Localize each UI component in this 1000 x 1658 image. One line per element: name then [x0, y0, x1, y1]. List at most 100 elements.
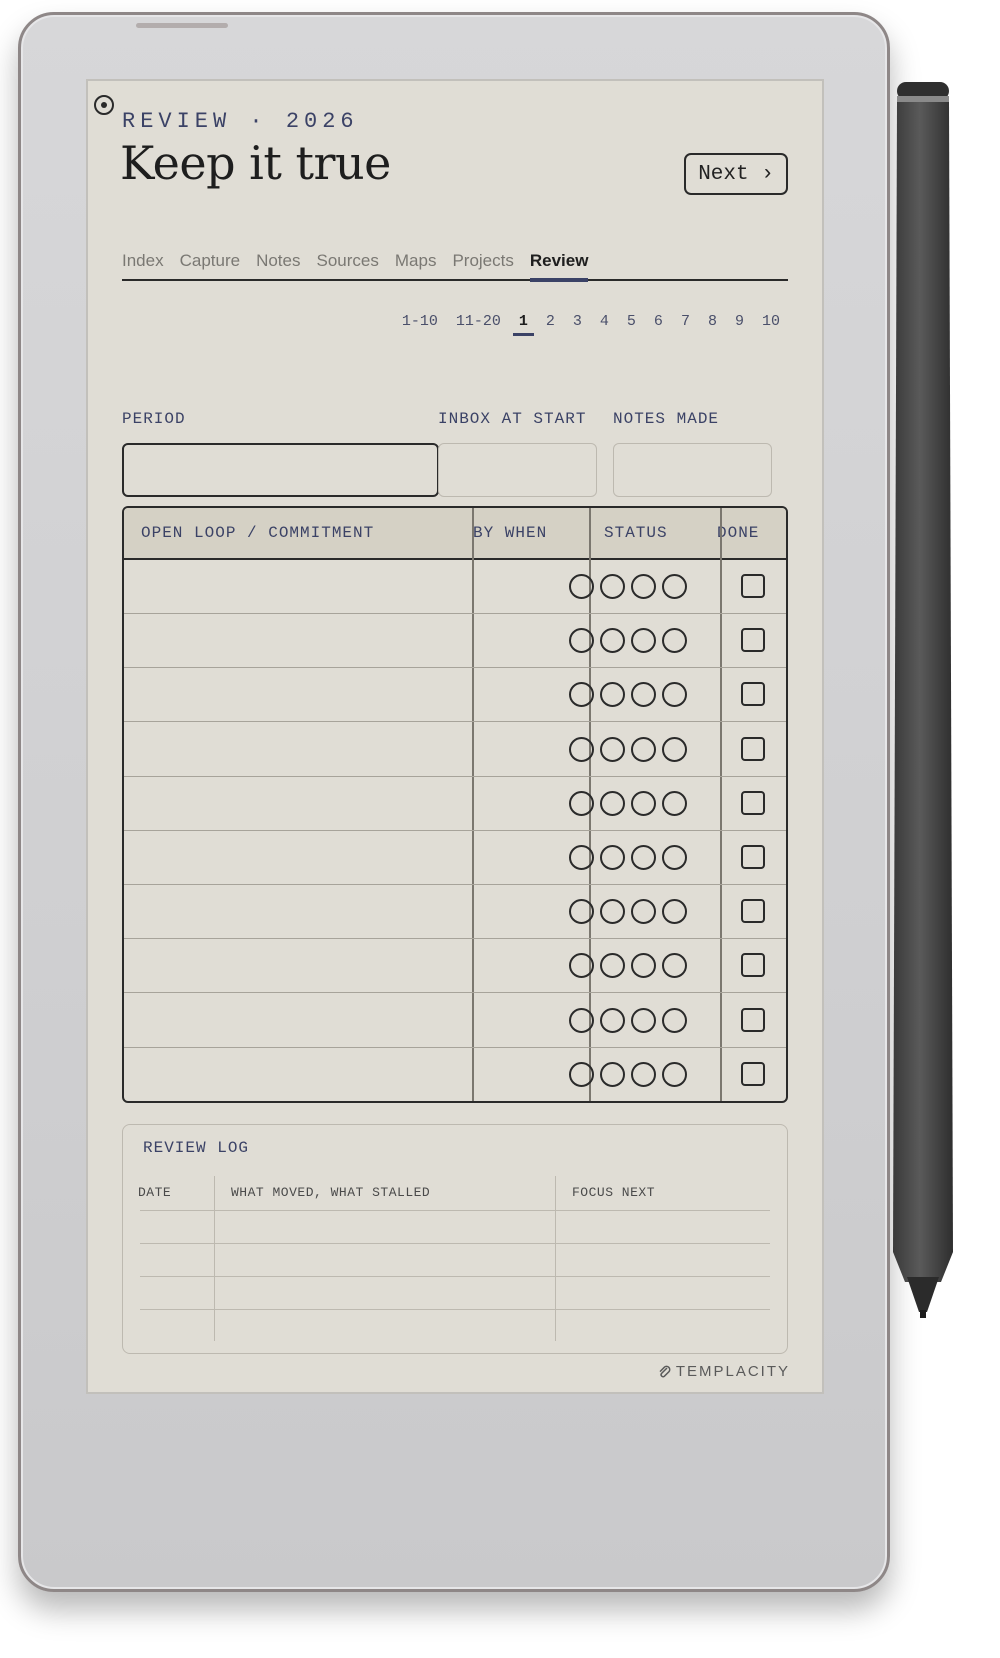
status-circle[interactable]	[631, 628, 656, 654]
table-row[interactable]	[124, 668, 786, 723]
status-circle[interactable]	[600, 1061, 625, 1087]
tab-maps[interactable]: Maps	[395, 251, 437, 279]
status-circle[interactable]	[600, 953, 625, 979]
page-range-11-20[interactable]: 11-20	[450, 313, 507, 336]
status-circle[interactable]	[569, 790, 594, 816]
table-row[interactable]	[124, 723, 786, 777]
status-circle[interactable]	[662, 790, 687, 816]
period-field[interactable]	[122, 443, 439, 497]
status-circle[interactable]	[631, 899, 656, 925]
home-icon[interactable]	[94, 95, 114, 115]
done-checkbox[interactable]	[741, 899, 765, 924]
status-circle[interactable]	[569, 628, 594, 654]
done-checkbox[interactable]	[741, 628, 765, 653]
col-header-by-when: BY WHEN	[473, 524, 548, 542]
done-checkbox[interactable]	[741, 574, 765, 598]
period-label: PERIOD	[122, 410, 186, 428]
status-circle[interactable]	[569, 1007, 594, 1033]
status-circle[interactable]	[600, 899, 625, 925]
paperclip-icon	[659, 1365, 671, 1377]
page-link-5[interactable]: 5	[621, 313, 642, 336]
status-circle[interactable]	[569, 899, 594, 925]
tab-sources[interactable]: Sources	[317, 251, 379, 279]
done-checkbox[interactable]	[741, 845, 765, 869]
status-circle[interactable]	[600, 1007, 625, 1033]
status-circle[interactable]	[600, 682, 625, 708]
log-col-date: DATE	[138, 1185, 172, 1200]
status-circle[interactable]	[662, 628, 687, 654]
done-checkbox[interactable]	[741, 1061, 765, 1086]
status-circle[interactable]	[631, 1007, 656, 1033]
status-circle[interactable]	[569, 736, 594, 762]
tab-notes[interactable]: Notes	[256, 251, 300, 279]
log-line[interactable]	[140, 1309, 770, 1310]
status-circle[interactable]	[569, 682, 594, 708]
done-checkbox[interactable]	[741, 736, 765, 761]
status-circle[interactable]	[631, 574, 656, 599]
status-circle[interactable]	[631, 953, 656, 979]
status-circle[interactable]	[662, 899, 687, 925]
done-checkbox[interactable]	[741, 790, 765, 815]
status-circle[interactable]	[631, 1061, 656, 1087]
power-button	[136, 23, 228, 28]
done-checkbox[interactable]	[741, 682, 765, 707]
status-circle[interactable]	[662, 1061, 687, 1087]
done-checkbox[interactable]	[741, 1007, 765, 1032]
status-circle[interactable]	[569, 953, 594, 979]
inbox-field[interactable]	[438, 443, 597, 497]
col-header-done: DONE	[717, 524, 760, 542]
status-circle[interactable]	[569, 1061, 594, 1087]
status-circle[interactable]	[600, 628, 625, 654]
status-circle[interactable]	[600, 790, 625, 816]
tab-capture[interactable]: Capture	[180, 251, 240, 279]
table-row[interactable]	[124, 994, 786, 1048]
status-circle[interactable]	[631, 736, 656, 762]
status-circle[interactable]	[662, 953, 687, 979]
status-circle[interactable]	[569, 574, 594, 599]
page-link-4[interactable]: 4	[594, 313, 615, 336]
status-circle[interactable]	[600, 574, 625, 599]
log-line[interactable]	[140, 1276, 770, 1277]
status-circle[interactable]	[662, 736, 687, 762]
page-link-2[interactable]: 2	[540, 313, 561, 336]
page-link-10[interactable]: 10	[756, 313, 786, 336]
page-link-6[interactable]: 6	[648, 313, 669, 336]
status-circle[interactable]	[662, 1007, 687, 1033]
status-circle[interactable]	[631, 845, 656, 870]
table-row[interactable]	[124, 939, 786, 994]
status-circle[interactable]	[662, 574, 687, 599]
notes-made-label: NOTES MADE	[613, 410, 720, 428]
table-row[interactable]	[124, 885, 786, 940]
done-checkbox[interactable]	[741, 953, 765, 978]
inbox-label: INBOX AT START	[438, 410, 587, 428]
table-row[interactable]	[124, 614, 786, 669]
page-link-7[interactable]: 7	[675, 313, 696, 336]
table-row[interactable]	[124, 777, 786, 831]
log-line[interactable]	[140, 1243, 770, 1244]
status-circle[interactable]	[631, 790, 656, 816]
page-range-1-10[interactable]: 1-10	[396, 313, 444, 336]
status-circle[interactable]	[631, 682, 656, 708]
log-divider	[555, 1176, 556, 1341]
notes-made-field[interactable]	[613, 443, 772, 497]
page-link-9[interactable]: 9	[729, 313, 750, 336]
page-link-1[interactable]: 1	[512, 313, 534, 336]
tab-index[interactable]: Index	[122, 251, 164, 279]
table-row[interactable]	[124, 560, 786, 614]
status-circle[interactable]	[569, 845, 594, 870]
table-header: OPEN LOOP / COMMITMENT BY WHEN STATUS DO…	[124, 508, 786, 560]
table-row[interactable]	[124, 1048, 786, 1101]
tab-review[interactable]: Review	[529, 251, 588, 282]
status-circle[interactable]	[600, 845, 625, 870]
brand-mark: TEMPLACITY	[658, 1363, 790, 1380]
next-button[interactable]: Next ›	[684, 153, 788, 195]
status-circle[interactable]	[662, 845, 687, 870]
log-col-focus: FOCUS NEXT	[572, 1185, 656, 1200]
page-link-8[interactable]: 8	[702, 313, 723, 336]
tab-projects[interactable]: Projects	[452, 251, 513, 279]
status-circle[interactable]	[662, 682, 687, 708]
status-circle[interactable]	[600, 736, 625, 762]
table-row[interactable]	[124, 831, 786, 885]
page-link-3[interactable]: 3	[567, 313, 588, 336]
log-line[interactable]	[140, 1210, 770, 1211]
